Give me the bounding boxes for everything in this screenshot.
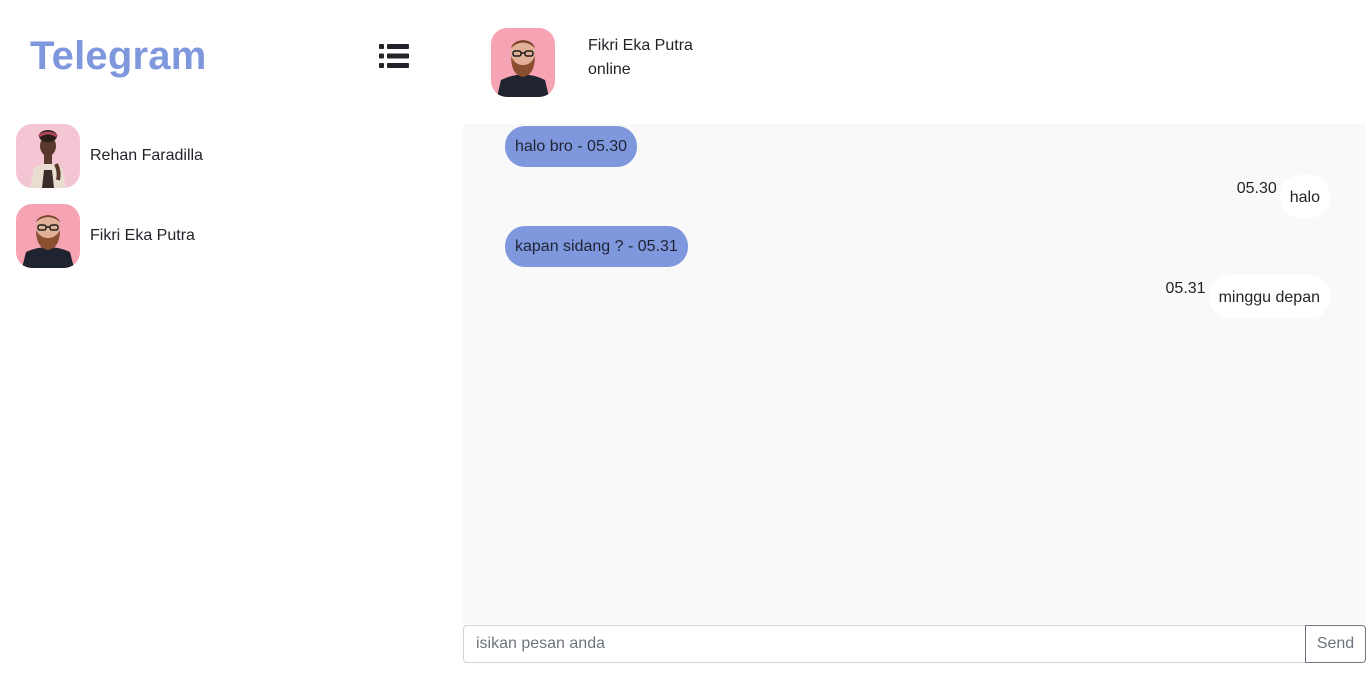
avatar: [16, 124, 80, 188]
chat-header: Fikri Eka Putra online: [463, 0, 1366, 124]
message-input[interactable]: [463, 625, 1305, 663]
message-composer: Send: [463, 625, 1366, 663]
incoming-message: kapan sidang ? - 05.31: [505, 226, 688, 267]
message-text: halo: [1279, 175, 1330, 218]
incoming-message: halo bro - 05.30: [505, 126, 638, 167]
list-icon: [379, 44, 409, 68]
send-button[interactable]: Send: [1305, 625, 1366, 663]
contact-item[interactable]: Rehan Faradilla: [16, 124, 446, 188]
brand-title: Telegram: [30, 34, 207, 78]
message-text: minggu depan: [1208, 275, 1330, 318]
bearded-man-avatar-icon: [491, 28, 555, 97]
avatar: [16, 204, 80, 268]
message-time: 05.30: [1236, 180, 1277, 197]
menu-button[interactable]: [378, 41, 410, 71]
peer-name: Fikri Eka Putra: [588, 37, 693, 54]
contact-name: Fikri Eka Putra: [90, 227, 195, 244]
woman-avatar-icon: [16, 124, 80, 188]
contact-name: Rehan Faradilla: [90, 147, 203, 164]
contact-list: Rehan Faradilla Fikri Eka Putra: [16, 124, 446, 284]
peer-avatar[interactable]: [491, 28, 555, 97]
outgoing-message: 05.31 minggu depan: [1166, 275, 1330, 318]
outgoing-message: 05.30 halo: [1237, 175, 1330, 218]
telegram-app: Telegram Rehan Faradilla Fikri Eka Putra…: [0, 0, 1366, 695]
message-time: 05.31: [1165, 280, 1206, 297]
peer-status: online: [588, 61, 631, 78]
bearded-man-avatar-icon: [16, 204, 80, 268]
message-list[interactable]: halo bro - 05.30 05.30 halo kapan sidang…: [463, 124, 1366, 624]
sidebar: Telegram Rehan Faradilla Fikri Eka Putra: [0, 0, 463, 695]
contact-item[interactable]: Fikri Eka Putra: [16, 204, 446, 268]
